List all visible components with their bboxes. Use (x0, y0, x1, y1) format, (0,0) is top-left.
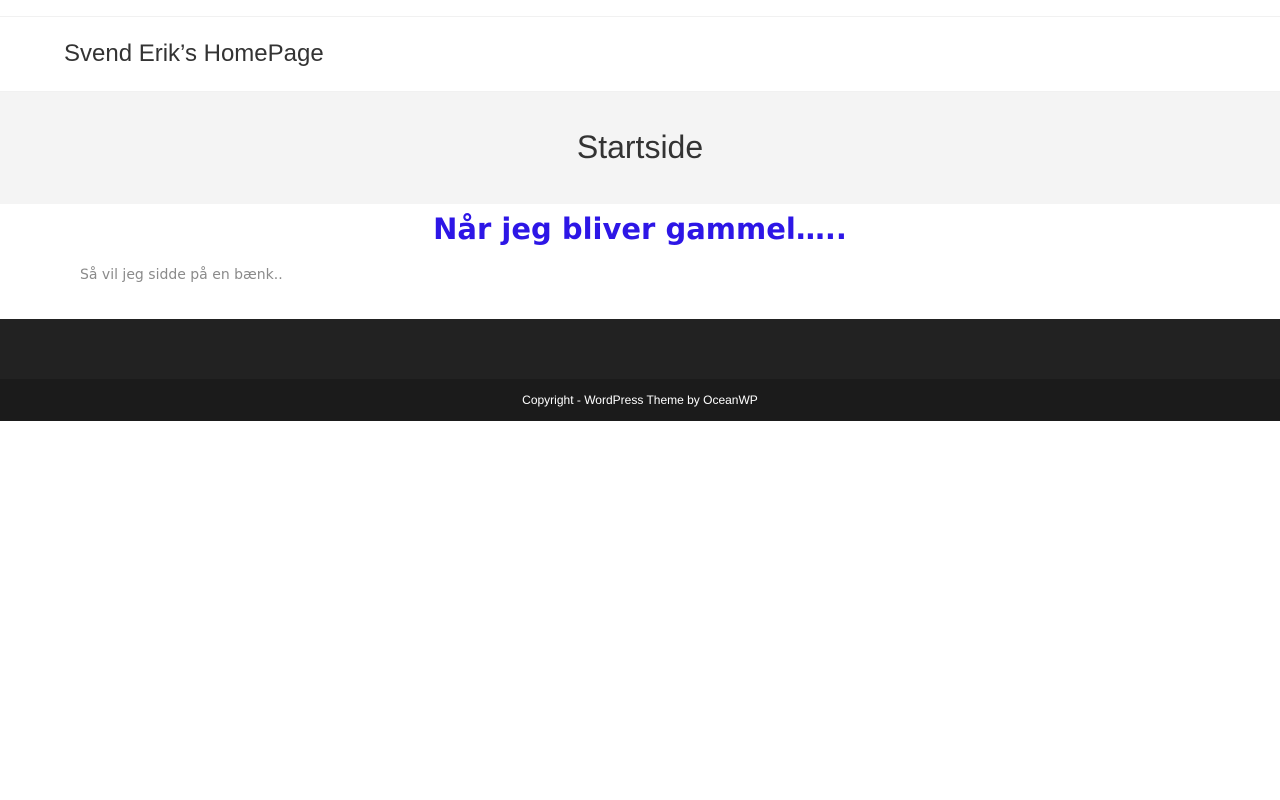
top-bar (0, 0, 1280, 17)
page-header: Startside (0, 92, 1280, 204)
site-footer: Copyright - WordPress Theme by OceanWP (0, 319, 1280, 421)
site-header: Svend Erik’s HomePage (0, 17, 1280, 92)
footer-widgets (0, 319, 1280, 379)
footer-bottom: Copyright - WordPress Theme by OceanWP (0, 379, 1280, 421)
copyright-text: Copyright - WordPress Theme by OceanWP (522, 393, 758, 407)
page-title: Startside (576, 129, 704, 165)
entry-text: Så vil jeg sidde på en bænk.. (80, 267, 283, 283)
main-content: Når jeg bliver gammel….. Så vil jeg sidd… (0, 204, 1280, 319)
entry-heading: Når jeg bliver gammel….. (433, 212, 847, 246)
site-title-link[interactable]: Svend Erik’s HomePage (64, 40, 324, 68)
